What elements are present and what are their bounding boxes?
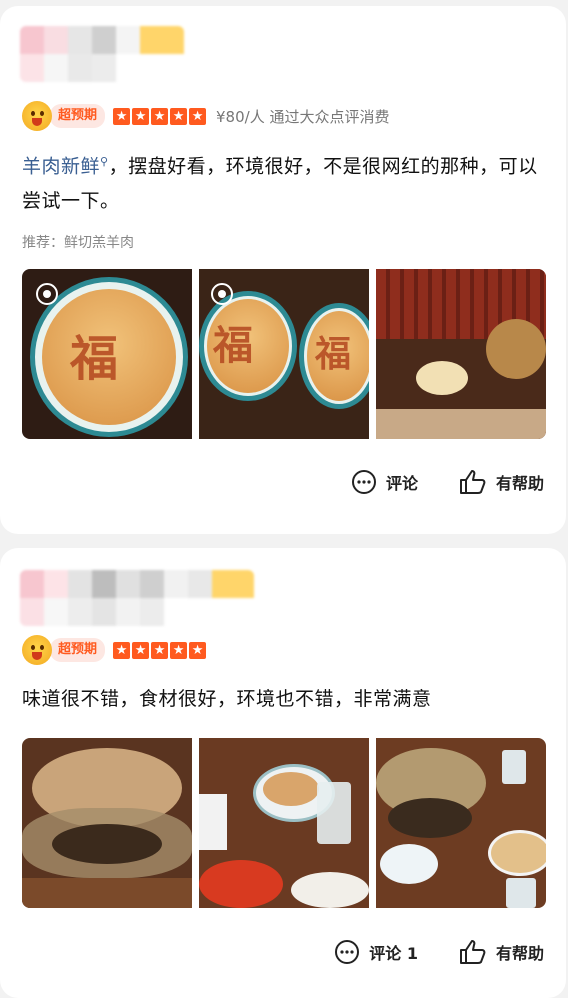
star-rating: ★ ★ ★ ★ ★ <box>113 641 208 659</box>
helpful-button[interactable]: 有帮助 <box>458 938 544 966</box>
review-photo[interactable] <box>376 269 546 439</box>
blurred-avatar-username <box>20 570 254 626</box>
star-icon: ★ <box>151 107 169 125</box>
star-icon: ★ <box>170 641 188 659</box>
review-photo[interactable]: 福 <box>22 269 192 439</box>
blurred-avatar-username <box>20 26 184 82</box>
review-actions: 评论 1 有帮助 <box>293 938 544 966</box>
star-icon: ★ <box>151 641 169 659</box>
star-icon: ★ <box>170 107 188 125</box>
exceed-expectation-badge: 超预期 <box>50 638 106 662</box>
search-icon: ⚲ <box>100 155 109 168</box>
helpful-button[interactable]: 有帮助 <box>458 468 544 496</box>
review-card: 超预期 ★ ★ ★ ★ ★ 味道很不错，食材很好，环境也不错，非常满意 评论 1… <box>0 548 566 998</box>
star-icon: ★ <box>189 641 207 659</box>
review-actions: 评论 有帮助 <box>310 468 544 496</box>
photo-grid: 福 福 福 <box>22 269 546 439</box>
star-icon: ★ <box>189 107 207 125</box>
thumbs-up-icon <box>459 470 486 494</box>
helpful-label: 有帮助 <box>495 474 544 493</box>
rating-row: 超预期 ★ ★ ★ ★ ★ ¥80/人 通过大众点评消费 <box>22 100 389 132</box>
review-photo[interactable] <box>376 738 546 908</box>
surprised-face-icon <box>22 101 52 131</box>
recommended-dish: 推荐：鲜切羔羊肉 <box>22 235 134 251</box>
comment-button[interactable]: 评论 <box>350 468 418 496</box>
comment-icon <box>351 470 376 494</box>
photo-grid <box>22 738 546 908</box>
comment-icon <box>335 940 360 964</box>
comment-label: 评论 <box>385 474 418 493</box>
live-photo-icon <box>211 283 233 305</box>
star-icon: ★ <box>113 641 131 659</box>
helpful-label: 有帮助 <box>495 944 544 963</box>
review-photo[interactable] <box>199 738 369 908</box>
dish-link[interactable]: 羊肉新鲜 <box>22 155 100 177</box>
review-photo[interactable]: 福 福 <box>199 269 369 439</box>
thumbs-up-icon <box>459 940 486 964</box>
review-text: 味道很不错，食材很好，环境也不错，非常满意 <box>22 688 432 710</box>
surprised-face-icon <box>22 635 52 665</box>
star-icon: ★ <box>113 107 131 125</box>
comment-button[interactable]: 评论 1 <box>333 938 418 966</box>
star-icon: ★ <box>132 107 150 125</box>
review-card: 超预期 ★ ★ ★ ★ ★ ¥80/人 通过大众点评消费 羊肉新鲜⚲，摆盘好看，… <box>0 6 566 534</box>
star-icon: ★ <box>132 641 150 659</box>
star-rating: ★ ★ ★ ★ ★ <box>113 107 208 125</box>
photo-overlay-text: 福 <box>70 331 119 387</box>
photo-overlay-text: 福 <box>213 322 253 369</box>
rating-row: 超预期 ★ ★ ★ ★ ★ <box>22 634 208 666</box>
photo-overlay-text: 福 <box>315 333 352 375</box>
review-photo[interactable] <box>22 738 192 908</box>
review-text: 羊肉新鲜⚲，摆盘好看，环境很好，不是很网红的那种，可以尝试一下。 <box>22 144 544 219</box>
price-info: ¥80/人 通过大众点评消费 <box>216 107 390 126</box>
comment-label: 评论 1 <box>369 944 418 963</box>
live-photo-icon <box>36 283 58 305</box>
exceed-expectation-badge: 超预期 <box>50 104 106 128</box>
